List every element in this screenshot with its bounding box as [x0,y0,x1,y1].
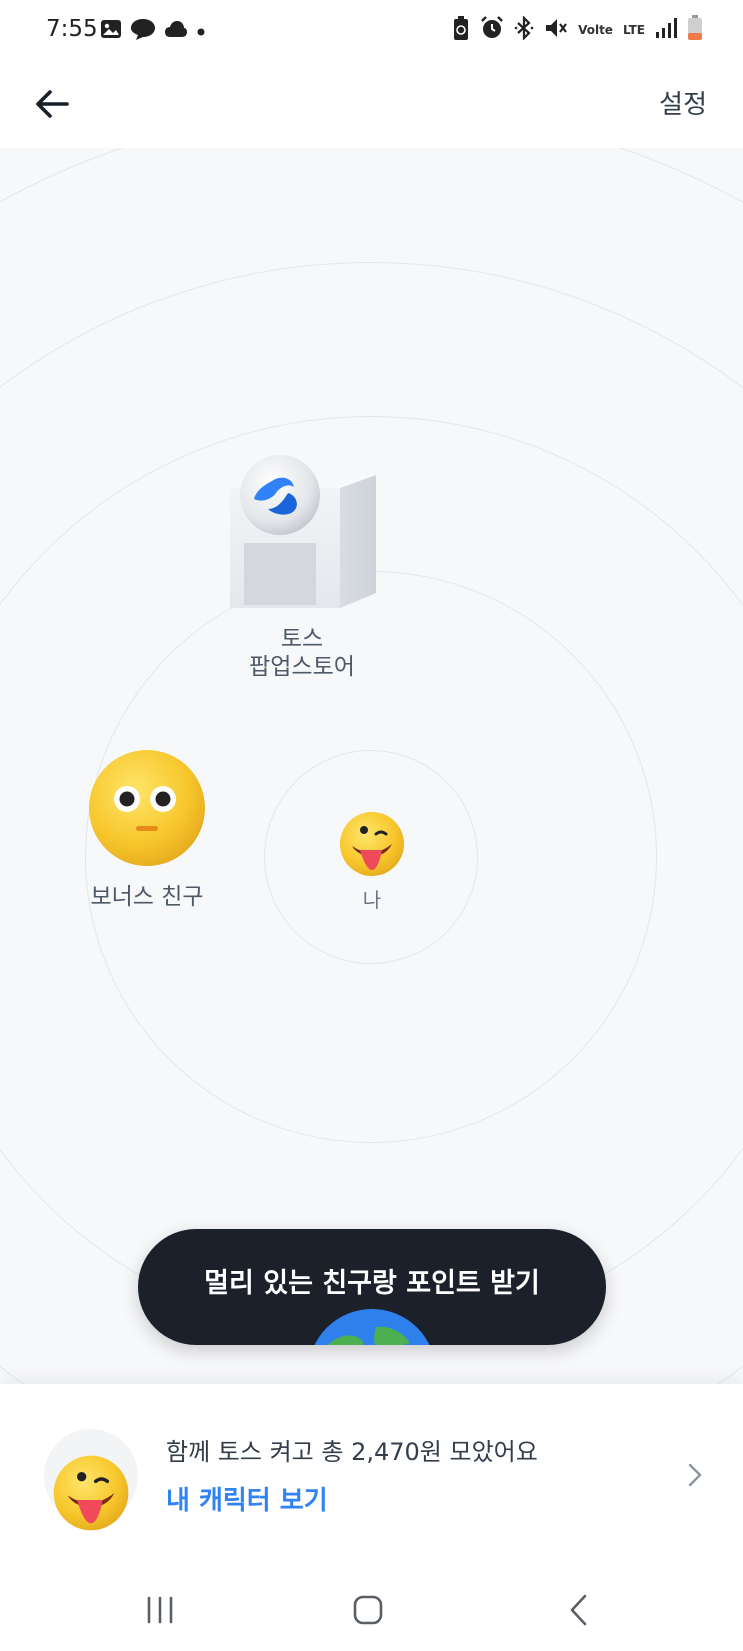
lte-icon: LTE [622,23,645,37]
settings-button[interactable]: 설정 [659,84,707,121]
signal-icon [655,17,677,43]
recent-apps-icon [147,1596,173,1624]
bluetooth-icon [514,15,534,44]
neutral-face-emoji-icon [89,750,205,866]
status-bar: 7:55 Volte LTE [0,0,743,62]
status-left-icons [100,18,206,44]
back-button[interactable] [28,80,76,128]
mute-icon [544,16,568,44]
avatar [44,1429,138,1531]
chat-bubble-icon [130,17,156,45]
status-time: 7:55 [46,16,98,42]
app-header: 설정 [0,62,743,148]
popup-store-label-line1: 토스 [280,626,324,652]
dot-icon [196,22,206,41]
globe-icon [314,1309,430,1345]
status-right-icons: Volte LTE [452,15,703,45]
volte-icon: Volte [578,23,613,37]
popup-store-icon [230,455,376,608]
back-nav-button[interactable] [548,1588,608,1632]
home-button[interactable] [338,1588,398,1632]
arrow-left-icon [36,90,69,118]
tongue-out-emoji-icon [340,812,404,876]
bonus-friend-node[interactable]: 보너스 친구 [82,743,212,923]
far-friend-points-button[interactable]: 멀리 있는 친구랑 포인트 받기 [138,1229,606,1345]
alarm-icon [480,16,504,44]
me-label: 나 [362,888,382,912]
my-character-card[interactable]: 함께 토스 켜고 총 2,470원 모았어요 내 캐릭터 보기 [0,1384,743,1566]
friend-radar: 토스 팝업스토어 보너스 친구 나 멀리 있는 친구랑 포인트 받기 [0,148,743,1384]
me-node[interactable]: 나 [336,808,408,918]
popup-store-node[interactable]: 토스 팝업스토어 [222,453,382,773]
view-my-character-link[interactable]: 내 캐릭터 보기 [166,1480,328,1517]
system-nav-bar [0,1566,743,1651]
battery-saver-icon [452,15,470,45]
bonus-friend-label: 보너스 친구 [90,884,204,910]
chevron-right-icon [688,1463,702,1487]
gallery-icon [100,18,122,44]
chevron-left-icon [570,1594,587,1626]
recent-apps-button[interactable] [130,1588,190,1632]
battery-icon [687,15,703,45]
popup-store-label-line2: 팝업스토어 [249,654,355,680]
tongue-out-emoji-icon [53,1455,129,1531]
cloud-icon [164,20,188,42]
home-icon [353,1595,383,1625]
points-summary: 함께 토스 켜고 총 2,470원 모았어요 [166,1438,538,1466]
popup-store-label: 토스 팝업스토어 [222,625,382,681]
far-friend-points-label: 멀리 있는 친구랑 포인트 받기 [204,1267,540,1299]
